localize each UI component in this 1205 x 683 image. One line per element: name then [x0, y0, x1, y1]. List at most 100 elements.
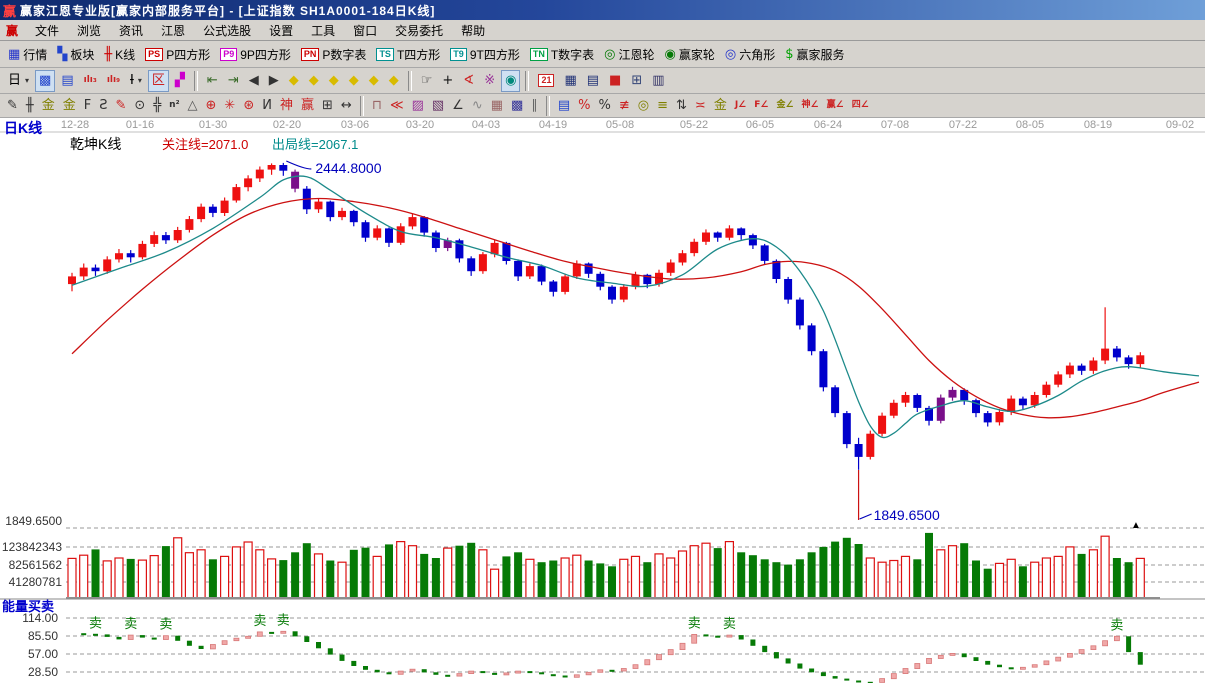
- p9-square-button[interactable]: P99P四方形: [216, 43, 295, 65]
- gann-diamond-star-button[interactable]: ◆: [385, 70, 403, 92]
- export-button[interactable]: ⊞: [627, 70, 646, 92]
- info-list-button[interactable]: ▤: [57, 70, 77, 92]
- sector-button[interactable]: ▚板块: [53, 43, 98, 65]
- gann-diamond-left-button[interactable]: ◆: [285, 70, 303, 92]
- f-angle-tool[interactable]: F∠: [751, 96, 771, 116]
- calendar-button[interactable]: 21: [534, 70, 558, 92]
- menu-item-5[interactable]: 设置: [260, 20, 302, 41]
- menu-item-0[interactable]: 文件: [26, 20, 68, 41]
- period-day-dropdown[interactable]: 日▾: [4, 70, 33, 92]
- golden-grid-tool-2[interactable]: 金: [60, 96, 79, 116]
- gann-diamond-expand-button[interactable]: ◆: [345, 70, 363, 92]
- five-grid-tool[interactable]: Ƨ: [96, 96, 110, 116]
- chart-canvas[interactable]: 12-2801-1601-3002-2003-0603-2004-0304-19…: [0, 118, 1205, 683]
- wave-mark-tool[interactable]: И: [259, 96, 275, 116]
- circle-compass-tool[interactable]: ⊙: [131, 96, 148, 116]
- t-square-button[interactable]: TST四方形: [372, 43, 444, 65]
- win-grid-tool[interactable]: 赢: [298, 96, 317, 116]
- n-square-tool[interactable]: n²: [166, 96, 182, 116]
- span-arrow-tool[interactable]: ↔: [338, 96, 355, 116]
- grid-dark-tool[interactable]: ▩: [508, 96, 526, 116]
- gann-diamond-cross-button[interactable]: ◆: [365, 70, 383, 92]
- notepad-button[interactable]: ▤: [583, 70, 603, 92]
- shen-angle-tool[interactable]: 神∠: [799, 96, 822, 116]
- candle-style-dropdown[interactable]: Ɨ▾: [126, 70, 146, 92]
- grid-square-tool[interactable]: ▦: [488, 96, 506, 116]
- menu-item-4[interactable]: 公式选股: [194, 20, 260, 41]
- hexagon-button[interactable]: ◎六角形: [721, 43, 779, 65]
- menu-item-9[interactable]: 帮助: [452, 20, 494, 41]
- golden-angle-tool[interactable]: 金∠: [773, 96, 796, 116]
- win-angle-tool[interactable]: 赢∠: [824, 96, 847, 116]
- percent-line-tool[interactable]: ≢: [616, 96, 633, 116]
- pencil-ruler-tool[interactable]: ✎: [113, 96, 130, 116]
- last-page-button[interactable]: ⇥: [224, 70, 243, 92]
- zigzag-tool[interactable]: ∿: [469, 96, 486, 116]
- qiankun-kline-button[interactable]: 区: [148, 70, 169, 92]
- golden-line-tool[interactable]: ≡: [654, 96, 671, 116]
- p-number-button[interactable]: PNP数字表: [297, 43, 371, 65]
- t9-square-button[interactable]: T99T四方形: [446, 43, 524, 65]
- menu-item-1[interactable]: 浏览: [68, 20, 110, 41]
- spider-web-tool[interactable]: ✳: [221, 96, 238, 116]
- percent-tool[interactable]: %: [595, 96, 613, 116]
- winner-service-button[interactable]: $赢家服务: [781, 43, 848, 65]
- prev-page-button[interactable]: ◀: [245, 70, 263, 92]
- t-number-button[interactable]: TNT数字表: [526, 43, 598, 65]
- kline-chart[interactable]: 12-2801-1601-3002-2003-0603-2004-0304-19…: [0, 118, 1205, 683]
- quote-button[interactable]: ▦行情: [4, 43, 51, 65]
- menu-item-3[interactable]: 江恩: [152, 20, 194, 41]
- band-ruler-tool[interactable]: ≍: [692, 96, 709, 116]
- pencil-tool[interactable]: ✎: [4, 96, 21, 116]
- p-square-button[interactable]: PSP四方形: [141, 43, 214, 65]
- spider-grid-tool[interactable]: ⊛: [240, 96, 257, 116]
- brain-analysis-button[interactable]: ◉: [501, 70, 520, 92]
- fan-lines-tool[interactable]: ≪: [387, 96, 407, 116]
- four-angle-tool[interactable]: 四∠: [849, 96, 872, 116]
- save-button[interactable]: ■: [605, 70, 625, 92]
- gann-diamond-horizontal-button-icon: ◆: [329, 74, 339, 87]
- gann-diamond-horizontal-button[interactable]: ◆: [325, 70, 343, 92]
- gann-diamond-right-button[interactable]: ◆: [305, 70, 323, 92]
- number-grid-tool[interactable]: ⊞: [319, 96, 336, 116]
- calculator-button[interactable]: ▦: [560, 70, 580, 92]
- angle-measure-tool[interactable]: △: [185, 96, 201, 116]
- golden-ruler-tool[interactable]: 金: [711, 96, 730, 116]
- crosshair-button[interactable]: +: [438, 70, 457, 92]
- measure-flag-tool[interactable]: ⇅: [673, 96, 690, 116]
- menu-item-8[interactable]: 交易委托: [386, 20, 452, 41]
- gann-wheel-button[interactable]: ◎江恩轮: [600, 43, 658, 65]
- print-button[interactable]: ▥: [648, 70, 668, 92]
- first-page-button[interactable]: ⇤: [203, 70, 222, 92]
- percent-down-tool[interactable]: %: [575, 96, 593, 116]
- parallel-lines-tool[interactable]: ∥: [528, 96, 541, 116]
- golden-circle-tool[interactable]: ◎: [635, 96, 652, 116]
- protractor-button[interactable]: ∢: [459, 70, 478, 92]
- color-chart-button[interactable]: ▞: [171, 70, 189, 92]
- kline-button[interactable]: ╫K线: [100, 43, 139, 65]
- menu-item-7[interactable]: 窗口: [344, 20, 386, 41]
- j-angle-tool[interactable]: J∠: [732, 96, 749, 116]
- rect-measure-tool[interactable]: ⊓: [369, 96, 385, 116]
- next-page-button[interactable]: ▶: [265, 70, 283, 92]
- winner-wheel-button[interactable]: ◉赢家轮: [661, 43, 719, 65]
- region-zoom-button[interactable]: ▩: [35, 70, 55, 92]
- hand-tool-button[interactable]: ☞: [417, 70, 437, 92]
- magic-tool-button[interactable]: ※: [480, 70, 499, 92]
- f-grid-tool[interactable]: F: [81, 96, 94, 116]
- shen-angle-tool-icon: 神∠: [802, 101, 819, 110]
- golden-grid-tool-1[interactable]: 金: [39, 96, 58, 116]
- menu-item-6[interactable]: 工具: [302, 20, 344, 41]
- menu-item-2[interactable]: 资讯: [110, 20, 152, 41]
- grid-dense-tool[interactable]: ╬: [150, 96, 164, 116]
- shaded-box-tool[interactable]: ▨: [409, 96, 427, 116]
- wave3-button[interactable]: ılı₃: [80, 70, 101, 92]
- gann-grid-tool[interactable]: ╫: [23, 96, 37, 116]
- crosshair-circle-tool[interactable]: ⊕: [203, 96, 220, 116]
- golden-angle-tool-icon: 金∠: [776, 101, 793, 110]
- stat-panel-tool[interactable]: ▤: [555, 96, 573, 116]
- wave9-button[interactable]: ılı₉: [103, 70, 124, 92]
- shen-grid-tool[interactable]: 神: [277, 96, 296, 116]
- trend-line-tool[interactable]: ∠: [449, 96, 467, 116]
- dark-box-tool[interactable]: ▧: [429, 96, 447, 116]
